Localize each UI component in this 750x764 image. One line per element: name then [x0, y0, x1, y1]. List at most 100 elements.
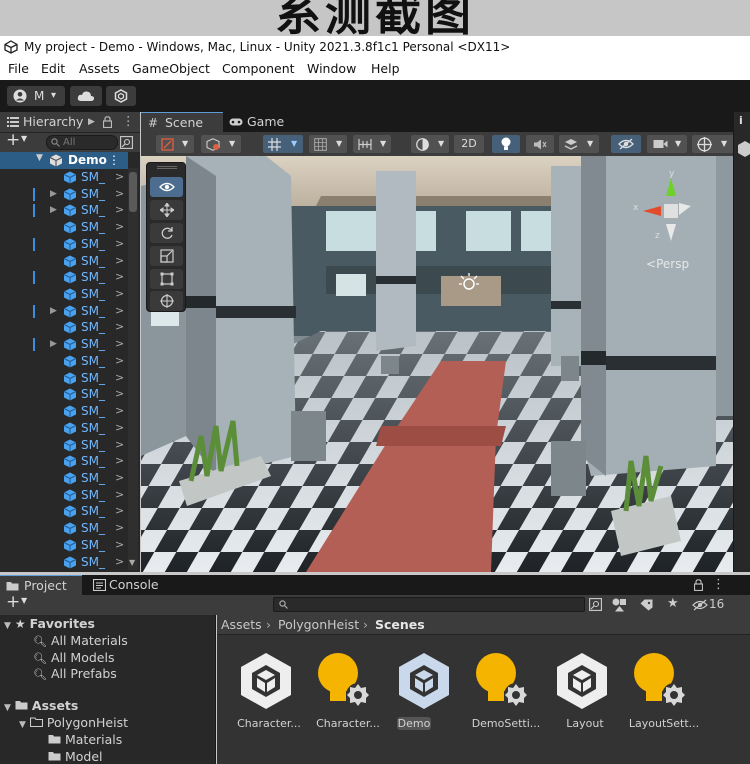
hierarchy-item[interactable]: ▶ SM_ > [0, 202, 132, 219]
prefab-open-arrow-icon[interactable]: > [115, 520, 124, 536]
hierarchy-scroll-thumb[interactable] [129, 172, 137, 212]
prefab-open-arrow-icon[interactable]: > [115, 353, 124, 369]
snap-increment-button[interactable]: ▼ [309, 135, 347, 153]
hierarchy-tab[interactable]: Hierarchy ▶ ⋮ [0, 112, 140, 132]
prefab-open-arrow-icon[interactable]: > [115, 186, 124, 202]
favorite-all-materials[interactable]: 🔍︎ All Materials [33, 632, 128, 649]
hierarchy-item[interactable]: SM_ > [0, 420, 132, 437]
breadcrumb-polygonheist[interactable]: PolygonHeist [278, 615, 359, 635]
prefab-open-arrow-icon[interactable]: > [115, 386, 124, 402]
move-tool-button[interactable] [150, 200, 183, 220]
favorite-star-icon[interactable]: ★ [667, 596, 679, 611]
prefab-open-arrow-icon[interactable]: > [115, 487, 124, 503]
grid-snap-button[interactable]: ▼ [263, 135, 303, 153]
view-tool-button[interactable] [150, 177, 183, 197]
palette-drag-handle[interactable] [157, 166, 177, 169]
hierarchy-add-dropdown-icon[interactable]: ▼ [21, 134, 27, 143]
hierarchy-item[interactable]: SM_ > [0, 286, 132, 303]
menu-window[interactable]: Window [307, 58, 356, 80]
increment-snap-button[interactable]: ▼ [353, 135, 391, 153]
account-button[interactable]: M ▾ [7, 86, 65, 106]
hierarchy-more-icon[interactable]: ⋮ [122, 111, 135, 131]
prefab-open-arrow-icon[interactable]: > [115, 420, 124, 436]
hierarchy-item[interactable]: SM_ > [0, 269, 132, 286]
scroll-down-icon[interactable]: ▼ [129, 558, 135, 567]
hierarchy-item[interactable]: SM_ > [0, 386, 132, 403]
hierarchy-add-button[interactable]: + [6, 130, 20, 150]
menu-component[interactable]: Component [222, 58, 295, 80]
prefab-open-arrow-icon[interactable]: > [115, 169, 124, 185]
project-add-button[interactable]: + [6, 592, 20, 612]
menu-file[interactable]: File [8, 58, 29, 80]
menu-assets[interactable]: Assets [79, 58, 120, 80]
breadcrumb-scenes[interactable]: Scenes [375, 615, 425, 635]
expand-arrow-icon[interactable]: ▼ [36, 153, 43, 163]
scene-viewport[interactable]: y x z <Persp [141, 156, 733, 572]
favorites-row[interactable]: ▼ ★ Favorites [4, 615, 95, 632]
expand-arrow-icon[interactable]: ▼ [19, 720, 26, 730]
asset-item[interactable]: Layout [545, 651, 625, 731]
persp-label[interactable]: <Persp [646, 257, 689, 271]
tab-console[interactable]: Console [88, 575, 168, 595]
project-search-input[interactable] [273, 597, 585, 612]
asset-item[interactable]: Character... [308, 651, 388, 731]
hierarchy-item[interactable]: ▶ SM_ > [0, 186, 132, 203]
hierarchy-item[interactable]: SM_ > [0, 353, 132, 370]
draw-mode-button[interactable]: ▼ [156, 135, 194, 153]
prefab-open-arrow-icon[interactable]: > [115, 202, 124, 218]
asset-item[interactable]: Character... [229, 651, 309, 731]
asset-item[interactable]: DemoSetti... [466, 651, 546, 731]
scene-visibility-button[interactable] [611, 135, 641, 153]
prefab-open-arrow-icon[interactable]: > [115, 554, 124, 570]
hierarchy-item[interactable]: SM_ > [0, 219, 132, 236]
expand-arrow-icon[interactable]: ▼ [4, 703, 11, 713]
hierarchy-item[interactable]: ▶ SM_ > [0, 303, 132, 320]
hierarchy-item[interactable]: SM_ > [0, 554, 132, 571]
cloud-button[interactable] [70, 86, 102, 106]
hierarchy-item[interactable]: SM_ > [0, 470, 132, 487]
lighting-toggle-button[interactable] [492, 135, 520, 153]
hierarchy-item[interactable]: SM_ > [0, 537, 132, 554]
rect-tool-button[interactable] [150, 269, 183, 289]
filter-by-type-icon[interactable] [612, 598, 627, 612]
hierarchy-root-row[interactable]: ▼ Demo ⋮ [0, 152, 128, 169]
effects-button[interactable]: ▼ [559, 135, 599, 153]
hierarchy-item[interactable]: SM_ > [0, 253, 132, 270]
camera-settings-button[interactable]: ▼ [647, 135, 687, 153]
tab-game[interactable]: Game [226, 112, 296, 132]
hierarchy-item[interactable]: SM_ > [0, 236, 132, 253]
hierarchy-item[interactable]: SM_ > [0, 370, 132, 387]
prefab-open-arrow-icon[interactable]: > [115, 286, 124, 302]
expand-arrow-icon[interactable]: ▶ [50, 202, 57, 218]
hierarchy-tab-caret-icon[interactable]: ▶ [88, 112, 95, 132]
prefab-open-arrow-icon[interactable]: > [115, 537, 124, 553]
prefab-open-arrow-icon[interactable]: > [115, 403, 124, 419]
hierarchy-search-input[interactable]: All [46, 135, 118, 150]
search-by-type-icon[interactable] [589, 598, 602, 611]
gizmos-button[interactable]: ▼ [692, 135, 734, 153]
hierarchy-item[interactable]: SM_ > [0, 403, 132, 420]
label-tag-icon[interactable] [640, 599, 653, 611]
prefab-open-arrow-icon[interactable]: > [115, 319, 124, 335]
prefab-open-arrow-icon[interactable]: > [115, 453, 124, 469]
breadcrumb-assets[interactable]: Assets [221, 615, 262, 635]
hierarchy-item[interactable]: SM_ > [0, 503, 132, 520]
hierarchy-item[interactable]: SM_ > [0, 520, 132, 537]
assets-root-row[interactable]: ▼ Assets [4, 697, 78, 714]
audio-toggle-button[interactable] [526, 135, 554, 153]
lock-icon[interactable] [103, 116, 112, 128]
prefab-open-arrow-icon[interactable]: > [115, 503, 124, 519]
expand-arrow-icon[interactable]: ▶ [50, 186, 57, 202]
hidden-packages-icon[interactable] [692, 599, 708, 611]
materials-folder-row[interactable]: Materials [48, 731, 122, 748]
collab-button[interactable] [106, 86, 136, 106]
expand-arrow-icon[interactable]: ▶ [50, 303, 57, 319]
prefab-open-arrow-icon[interactable]: > [115, 437, 124, 453]
hierarchy-root-more-icon[interactable]: ⋮ [108, 152, 120, 169]
shading-mode-button[interactable]: ▼ [411, 135, 449, 153]
prefab-open-arrow-icon[interactable]: > [115, 269, 124, 285]
hierarchy-item[interactable]: ▶ SM_ > [0, 336, 132, 353]
expand-arrow-icon[interactable]: ▼ [4, 621, 11, 631]
scale-tool-button[interactable] [150, 246, 183, 266]
prefab-open-arrow-icon[interactable]: > [115, 336, 124, 352]
